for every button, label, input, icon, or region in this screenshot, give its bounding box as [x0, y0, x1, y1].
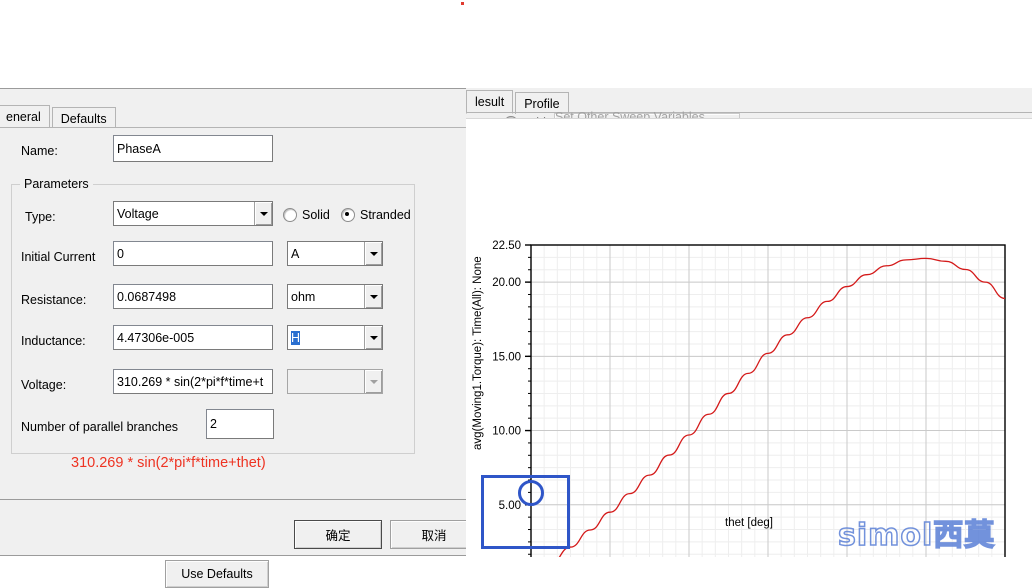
y-tick-label: 10.00 [492, 426, 521, 438]
inductance-input[interactable]: 4.47306e-005 [113, 325, 273, 350]
name-input[interactable]: PhaseA [113, 135, 273, 162]
chevron-down-icon[interactable] [364, 285, 382, 308]
watermark-text: simol西莫 [837, 517, 996, 554]
tab-profile-label: Profile [524, 96, 560, 111]
resistance-input[interactable]: 0.0687498 [113, 284, 273, 309]
tab-defaults[interactable]: Defaults [51, 107, 116, 129]
use-defaults-button[interactable]: Use Defaults [165, 560, 269, 588]
initial-current-unit-value: A [291, 247, 300, 261]
radio-stranded[interactable]: Stranded [341, 208, 411, 222]
chevron-down-icon[interactable] [364, 242, 382, 265]
annotation-circle [518, 480, 544, 506]
y-tick-label: 20.00 [492, 277, 521, 289]
chevron-down-icon[interactable] [254, 202, 272, 225]
type-combo[interactable]: Voltage [113, 201, 273, 226]
parameters-legend: Parameters [20, 177, 93, 191]
voltage-input[interactable]: 310.269 * sin(2*pi*f*time+t [113, 369, 273, 394]
chevron-down-icon [364, 370, 382, 393]
radio-solid[interactable]: Solid [283, 208, 330, 222]
radio-solid-label: Solid [302, 208, 330, 222]
voltage-formula-annotation: 310.269 * sin(2*pi*f*time+thet) [71, 455, 266, 471]
branches-label: Number of parallel branches [21, 420, 179, 434]
type-combo-value: Voltage [117, 207, 159, 221]
initial-current-input[interactable]: 0 [113, 241, 273, 266]
initial-current-unit-combo[interactable]: A [287, 241, 383, 266]
name-label: Name: [21, 144, 58, 158]
inductance-unit-combo[interactable]: H [287, 325, 383, 350]
resistance-unit-value: ohm [291, 290, 316, 304]
inductance-label: Inductance: [21, 334, 86, 348]
type-label: Type: [25, 210, 56, 224]
tab-general-label: eneral [6, 110, 41, 124]
dialog-footer: 确定 取消 [0, 499, 478, 555]
tab-result[interactable]: lesult [466, 90, 514, 114]
radio-stranded-dot [341, 208, 355, 222]
dialog-tabstrip: eneral Defaults [0, 105, 118, 129]
voltage-label: Voltage: [21, 378, 67, 392]
chevron-down-icon[interactable] [364, 326, 382, 349]
y-tick-label: 15.00 [492, 351, 521, 363]
radio-solid-dot [283, 208, 297, 222]
ok-button[interactable]: 确定 [294, 520, 382, 549]
resistance-unit-combo[interactable]: ohm [287, 284, 383, 309]
voltage-unit-value [288, 370, 364, 393]
initial-current-label: Initial Current [21, 250, 96, 264]
results-tab-underline [466, 112, 1032, 113]
cancel-label: 取消 [421, 529, 447, 543]
use-defaults-label: Use Defaults [181, 567, 253, 581]
voltage-unit-combo [287, 369, 383, 394]
winding-properties-dialog: eneral Defaults Name: PhaseA Parameters … [0, 88, 478, 588]
red-marker-dot [461, 2, 464, 5]
ok-label: 确定 [325, 529, 351, 543]
tab-result-label: lesult [475, 95, 505, 109]
y-tick-label: 22.50 [492, 240, 521, 252]
inductance-unit-value: H [291, 331, 301, 345]
tab-general[interactable]: eneral [0, 105, 50, 129]
resistance-label: Resistance: [21, 293, 87, 307]
branches-input[interactable]: 2 [206, 409, 274, 439]
cancel-button[interactable]: 取消 [390, 520, 478, 549]
radio-stranded-label: Stranded [360, 208, 411, 222]
tab-defaults-label: Defaults [60, 111, 107, 126]
